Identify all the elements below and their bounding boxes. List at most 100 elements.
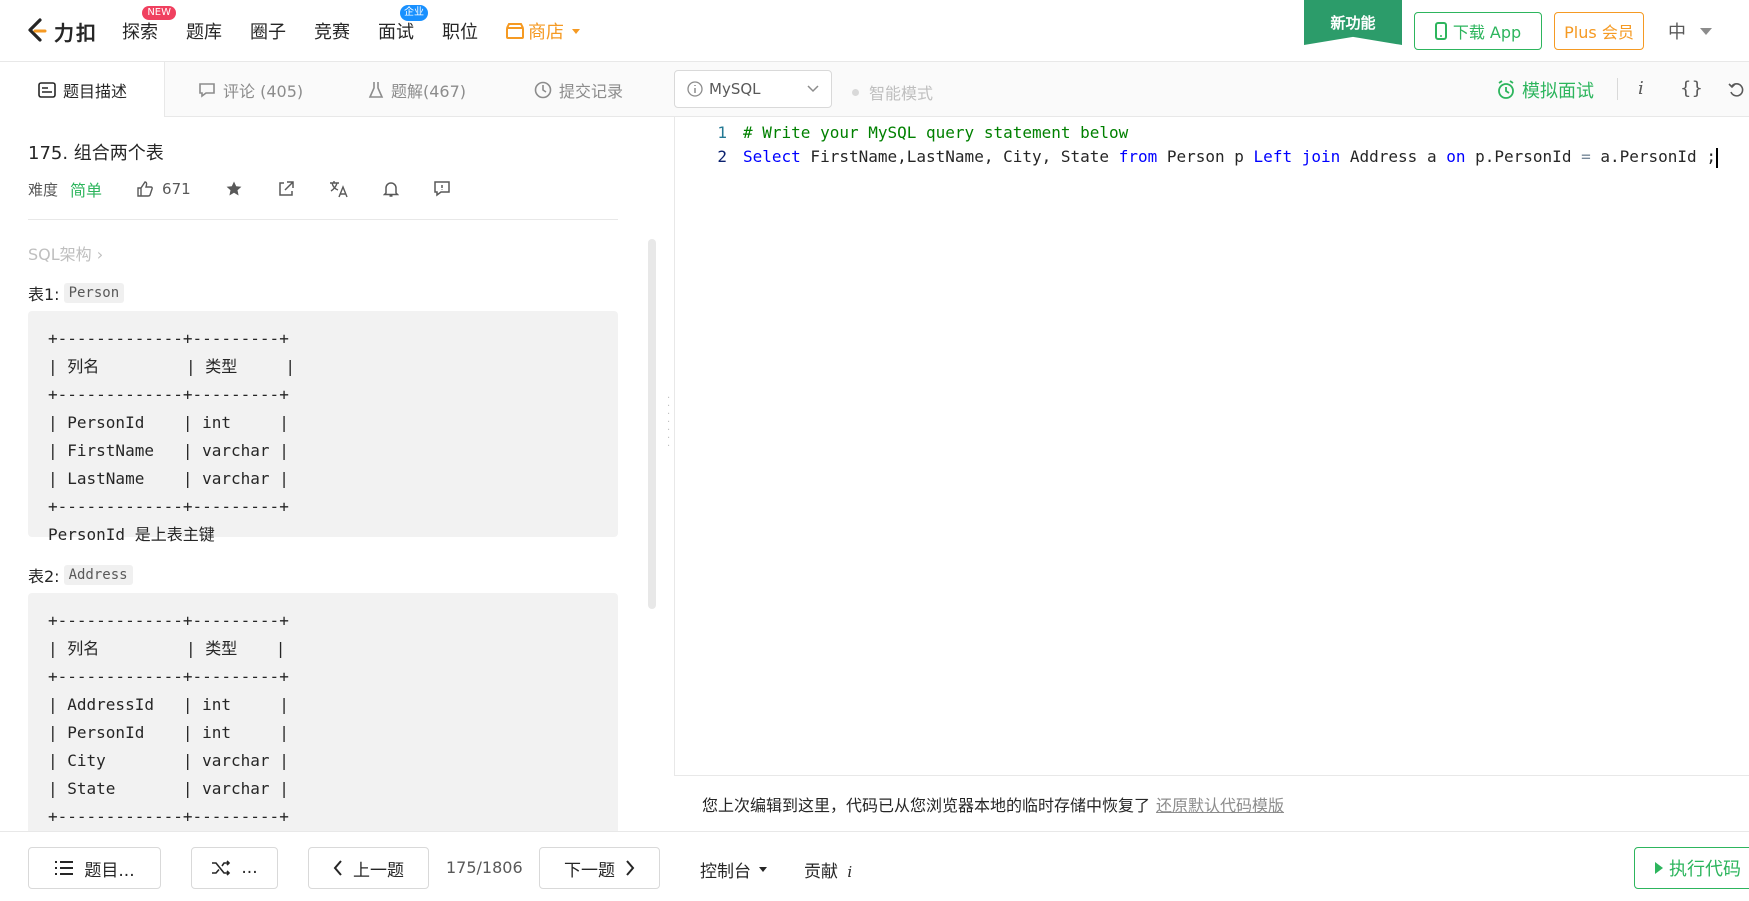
tab-description[interactable]: 题目描述 <box>0 62 165 117</box>
divider <box>28 219 618 220</box>
new-feature-ribbon[interactable]: 新功能 <box>1304 0 1402 45</box>
tab-comments[interactable]: 评论 (405) <box>198 62 303 117</box>
shuffle-icon <box>212 860 231 876</box>
mock-interview-button[interactable]: 模拟面试 <box>1496 77 1594 103</box>
info-circle-icon <box>687 81 703 97</box>
format-braces-icon[interactable]: {} <box>1680 78 1703 99</box>
toolbar-divider <box>1617 78 1618 100</box>
run-code-label: 执行代码 <box>1669 859 1741 880</box>
tab-submissions[interactable]: 提交记录 <box>534 62 623 117</box>
share-icon <box>278 181 294 196</box>
smart-mode-toggle[interactable]: 智能模式 <box>852 80 933 104</box>
translate-button[interactable] <box>329 180 349 198</box>
code-token: = <box>1581 147 1591 166</box>
prev-label: 上一题 <box>353 860 404 881</box>
code-token: Left <box>1253 147 1293 166</box>
contribute-button[interactable]: 贡献 i <box>804 857 852 882</box>
console-toggle[interactable]: 控制台 <box>700 857 767 882</box>
code-token: Person p <box>1157 147 1254 166</box>
nav-jobs[interactable]: 职位 <box>442 18 478 44</box>
nav-problemset-label: 题库 <box>186 22 222 43</box>
next-problem-button[interactable]: 下一题 <box>539 847 660 889</box>
tab-solutions[interactable]: 题解(467) <box>368 62 466 117</box>
smart-mode-label: 智能模式 <box>869 84 934 103</box>
new-badge: NEW <box>142 6 176 20</box>
feedback-icon <box>433 181 450 197</box>
code-token: p.PersonId <box>1465 147 1582 166</box>
language-select[interactable]: MySQL <box>674 70 832 108</box>
code-editor[interactable]: 1 2 # Write your MySQL query statement b… <box>674 117 1749 775</box>
problem-counter: 175/1806 <box>446 858 523 877</box>
main-nav: 探索 NEW 题库 圈子 竞赛 面试 企业 职位 商店 <box>122 0 608 62</box>
tab-comments-label: 评论 (405) <box>223 81 304 101</box>
star-icon <box>226 181 242 196</box>
console-label: 控制台 <box>700 862 751 882</box>
top-navbar: 力扣 探索 NEW 题库 圈子 竞赛 面试 企业 职位 商店 新功能 下载 Ap… <box>0 0 1749 62</box>
description-scrollbar[interactable] <box>648 239 656 609</box>
chevron-left-icon <box>333 860 342 876</box>
code-token: from <box>1118 147 1158 166</box>
restore-default-link[interactable]: 还原默认代码模版 <box>1156 792 1284 816</box>
favorite-button[interactable] <box>225 180 243 198</box>
table1-label: 表1: <box>28 285 60 304</box>
nav-interview-label: 面试 <box>378 22 414 43</box>
nav-interview[interactable]: 面试 企业 <box>378 5 428 44</box>
table2-heading: 表2: Address <box>28 563 133 587</box>
contribute-label: 贡献 <box>804 862 838 882</box>
code-token: Address a <box>1340 147 1447 166</box>
bottom-bar: 题目... ... 上一题 175/1806 下一题 控制台 贡献 i 执行代码 <box>0 831 1749 901</box>
code-token: join <box>1301 147 1341 166</box>
reset-icon[interactable] <box>1728 81 1746 99</box>
problem-list-button[interactable]: 题目... <box>28 847 161 889</box>
drag-handle-icon: · · · · · · · <box>667 393 671 452</box>
phone-icon <box>1434 22 1447 40</box>
sql-schema-link[interactable]: SQL架构 › <box>28 241 103 265</box>
table1-schema-block: +-------------+---------+ | 列名 | 类型 | +-… <box>28 311 618 544</box>
leetcode-logo-icon <box>28 18 47 42</box>
share-button[interactable] <box>277 180 295 198</box>
flask-icon <box>368 81 384 98</box>
restore-message: 您上次编辑到这里，代码已从您浏览器本地的临时存储中恢复了 <box>702 795 1151 815</box>
nav-explore[interactable]: 探索 NEW <box>122 6 176 44</box>
table2-label: 表2: <box>28 567 60 586</box>
language-label: 中 <box>1668 22 1686 43</box>
nav-contest[interactable]: 竞赛 <box>314 18 350 44</box>
subscribe-button[interactable] <box>382 180 399 198</box>
tab-bar: 题目描述 评论 (405) 题解(467) 提交记录 MySQL 智能模式 模拟… <box>0 62 1749 117</box>
plus-member-button[interactable]: Plus 会员 <box>1554 12 1644 50</box>
code-line-2: Select FirstName,LastName, City, State f… <box>743 147 1718 168</box>
language-switcher[interactable]: 中 <box>1668 18 1712 44</box>
nav-explore-label: 探索 <box>122 22 158 43</box>
difficulty-value: 简单 <box>70 181 103 200</box>
code-token: on <box>1446 147 1466 166</box>
run-code-button[interactable]: 执行代码 <box>1634 847 1749 889</box>
clock-icon <box>534 81 552 98</box>
random-problem-button[interactable]: ... <box>191 847 278 889</box>
code-token: ; <box>1706 147 1716 166</box>
language-caret-icon <box>1700 27 1712 35</box>
tab-description-label: 题目描述 <box>63 81 128 101</box>
nav-store[interactable]: 商店 <box>506 18 580 44</box>
like-button[interactable]: 671 <box>136 180 191 198</box>
nav-jobs-label: 职位 <box>442 22 478 43</box>
info-icon[interactable]: i <box>1638 78 1644 99</box>
nav-problemset[interactable]: 题库 <box>186 18 222 44</box>
alarm-clock-icon <box>1498 80 1514 99</box>
nav-store-label: 商店 <box>528 22 564 43</box>
nav-circle[interactable]: 圈子 <box>250 18 286 44</box>
logo-text: 力扣 <box>54 20 98 45</box>
table1-name: Person <box>63 283 125 303</box>
leetcode-logo[interactable]: 力扣 <box>26 16 98 46</box>
table1-schema-text: +-------------+---------+ | 列名 | 类型 | +-… <box>48 329 296 544</box>
likes-count: 671 <box>162 180 191 198</box>
code-token: FirstName,LastName, City, State <box>800 147 1119 166</box>
panel-resize-handle[interactable]: · · · · · · · <box>664 117 674 832</box>
next-label: 下一题 <box>564 860 615 881</box>
problem-description-panel: 175. 组合两个表 难度 简单 671 SQL架构 › 表1: Person … <box>0 117 660 832</box>
feedback-button[interactable] <box>433 180 451 198</box>
prev-problem-button[interactable]: 上一题 <box>308 847 429 889</box>
smart-mode-dot-icon <box>852 88 859 96</box>
code-token: a.PersonId <box>1590 147 1707 166</box>
download-app-button[interactable]: 下载 App <box>1414 12 1542 50</box>
